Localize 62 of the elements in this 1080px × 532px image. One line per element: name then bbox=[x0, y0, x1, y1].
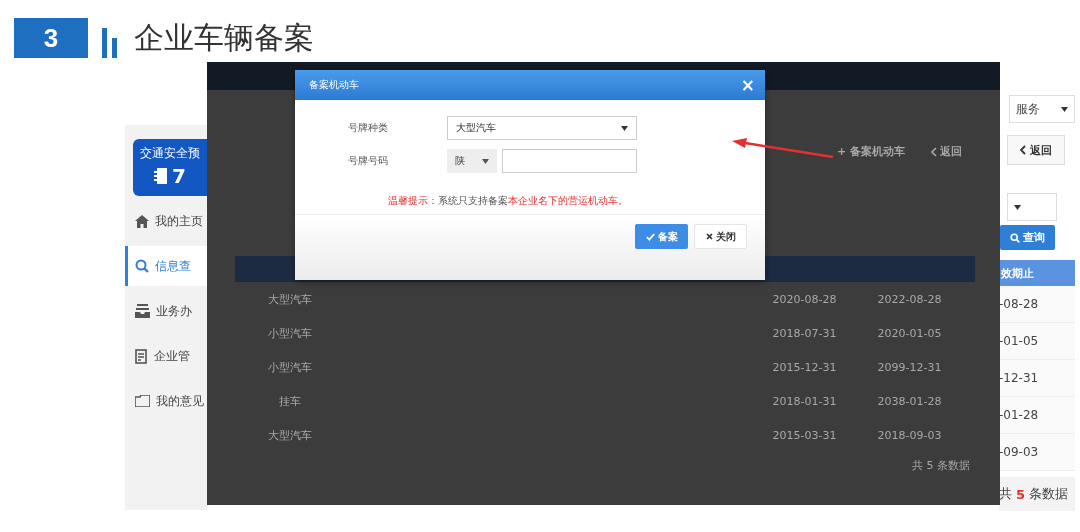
table-cell: -01-28 bbox=[999, 397, 1075, 434]
dialog-title: 备案机动车 bbox=[309, 78, 359, 92]
slide-title: 企业车辆备案 bbox=[134, 19, 314, 57]
table-cell-text: 2099-12-31 bbox=[876, 360, 943, 374]
banner-title: 交通安全预 bbox=[140, 145, 200, 162]
table-cell-text: 小型汽车 bbox=[267, 359, 313, 375]
close-icon bbox=[705, 233, 713, 240]
table-cell-text: 2038-01-28 bbox=[876, 394, 943, 408]
table-cell-text: 2020-08-28 bbox=[771, 292, 838, 306]
caret-icon bbox=[621, 125, 628, 131]
chevron-icon bbox=[1020, 145, 1026, 155]
caret-icon bbox=[482, 158, 489, 164]
chevron-icon bbox=[931, 146, 937, 157]
sidebar-item[interactable]: 企业管 bbox=[125, 336, 207, 376]
caret-icon bbox=[1014, 204, 1021, 210]
sidebar-item[interactable]: 业务办 bbox=[125, 291, 207, 331]
folder-icon bbox=[135, 395, 150, 407]
caret-icon bbox=[1061, 106, 1068, 112]
tray-icon bbox=[135, 304, 150, 318]
notice-text: 温馨提示：系统只支持备案本企业名下的营运机动车。 bbox=[388, 195, 629, 208]
close-button[interactable]: × bbox=[740, 76, 755, 94]
search-button[interactable]: 查询 bbox=[1000, 225, 1055, 250]
table-cell: -09-03 bbox=[999, 434, 1075, 471]
record-count: 共 5 条数据 bbox=[912, 458, 970, 473]
field-label: 号牌号码 bbox=[347, 154, 388, 168]
check-icon bbox=[645, 232, 655, 241]
document-icon bbox=[135, 348, 148, 364]
filter-select[interactable] bbox=[1007, 193, 1057, 221]
table-cell-text: 2015-03-31 bbox=[771, 428, 838, 442]
table-cell-text: 挂车 bbox=[278, 393, 302, 409]
column-header: 效期止 bbox=[999, 260, 1075, 286]
cancel-button[interactable]: 关闭 bbox=[694, 224, 747, 249]
table-cell-text: 2018-07-31 bbox=[771, 326, 838, 340]
home-icon bbox=[135, 214, 149, 228]
table-cell-text: 大型汽车 bbox=[267, 291, 313, 307]
plate-type-select[interactable]: 大型汽车 bbox=[447, 116, 637, 140]
back-link[interactable]: 返回 bbox=[931, 144, 962, 159]
table-cell-text: 2020-01-05 bbox=[876, 326, 943, 340]
table-cell-text: 2018-09-03 bbox=[876, 428, 943, 442]
table-cell-text: 2018-01-31 bbox=[771, 394, 838, 408]
search-icon bbox=[1010, 232, 1020, 243]
sidebar-item[interactable]: 我的意见 bbox=[125, 381, 207, 421]
table-cell: -08-28 bbox=[999, 286, 1075, 323]
table-cell-text: 小型汽车 bbox=[267, 325, 313, 341]
back-button[interactable]: 返回 bbox=[1007, 135, 1065, 165]
sidebar-item[interactable]: 信息查 bbox=[125, 246, 207, 286]
table-cell-text: 大型汽车 bbox=[267, 427, 313, 443]
table-cell: -01-05 bbox=[999, 323, 1075, 360]
province-select[interactable]: 陕 bbox=[447, 149, 497, 173]
service-select[interactable]: 服务 bbox=[1009, 95, 1075, 123]
table-cell-text: 2015-12-31 bbox=[771, 360, 838, 374]
search-icon bbox=[135, 259, 149, 273]
field-label: 号牌种类 bbox=[347, 121, 388, 135]
section-number: 3 bbox=[14, 18, 88, 58]
notebook-icon bbox=[154, 167, 169, 185]
table-cell: -12-31 bbox=[999, 360, 1075, 397]
sidebar-item[interactable]: 我的主页 bbox=[125, 201, 207, 241]
plate-number-input[interactable] bbox=[502, 149, 637, 173]
table-cell-text: 2022-08-28 bbox=[876, 292, 943, 306]
add-vehicle-link[interactable]: + 备案机动车 bbox=[836, 144, 905, 159]
banner-value: 7 bbox=[172, 164, 186, 188]
record-count: 共 5 条数据 bbox=[999, 477, 1075, 511]
